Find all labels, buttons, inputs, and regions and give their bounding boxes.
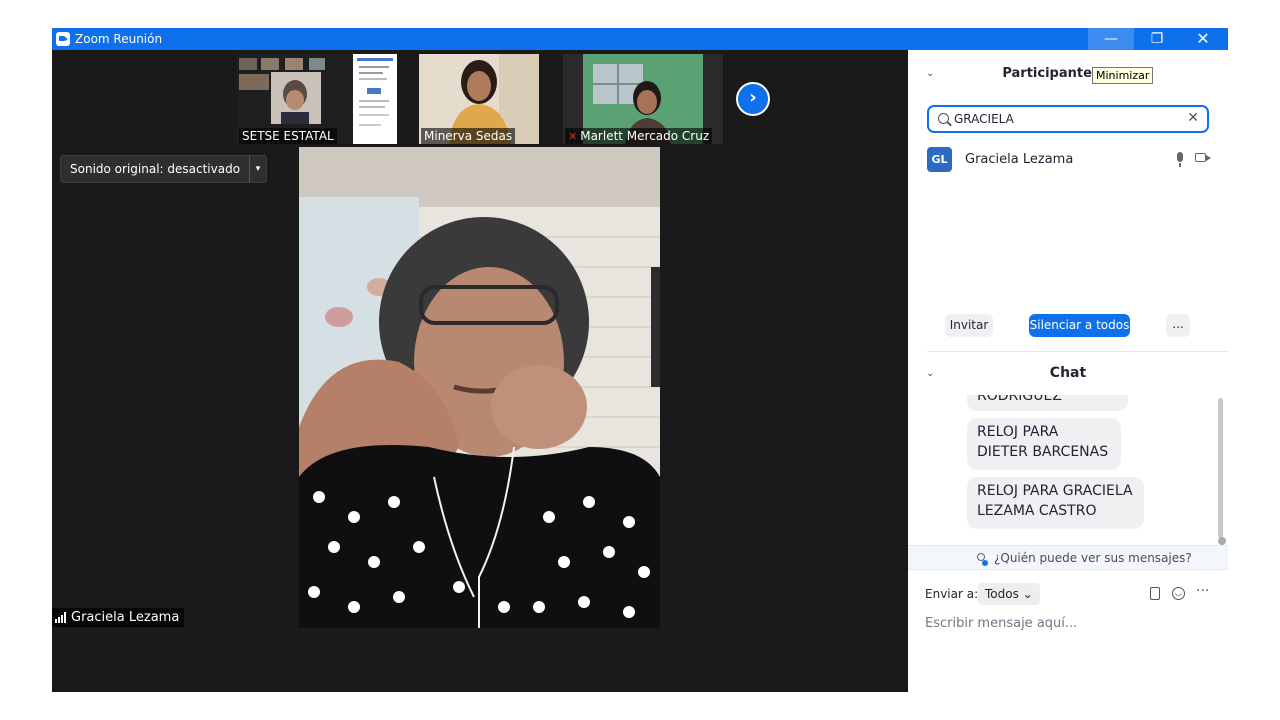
send-to-dropdown[interactable]: Todos ⌄ <box>978 583 1040 605</box>
next-page-button[interactable]: › <box>736 82 770 116</box>
chevron-down-icon: ⌄ <box>1022 587 1033 601</box>
thumbnail-setse-estatal[interactable]: SETSE ESTATAL <box>237 54 397 144</box>
file-icon[interactable] <box>1150 587 1160 600</box>
maximize-button[interactable]: ❐ <box>1134 28 1180 50</box>
more-icon[interactable]: ··· <box>1196 583 1209 599</box>
thumbnail-name: SETSE ESTATAL <box>239 128 337 144</box>
window-title: Zoom Reunión <box>75 32 163 46</box>
emoji-icon[interactable]: ◡ <box>1172 587 1185 600</box>
privacy-link[interactable]: ¿Quién puede ver sus mensajes? <box>994 551 1192 565</box>
avatar: GL <box>927 147 952 172</box>
send-to-label: Enviar a: <box>925 587 979 601</box>
chat-message: RODRIGUEZ <box>967 395 1128 411</box>
speaker-name: Graciela Lezama <box>71 610 180 625</box>
mic-muted-icon: ✕ <box>568 130 578 143</box>
thumbnail-name: ✕ Marlett Mercado Cruz <box>565 128 713 144</box>
participant-search-input[interactable] <box>954 110 1174 128</box>
panel-divider <box>927 351 1228 352</box>
chat-title: Chat <box>1049 365 1087 381</box>
chat-message-input[interactable] <box>925 612 1215 634</box>
title-bar: Zoom Reunión — ❐ ✕ <box>52 28 1228 50</box>
chat-scrollbar-thumb[interactable] <box>1218 398 1223 538</box>
participant-row[interactable]: GL Graciela Lezama <box>927 147 1217 173</box>
active-speaker-video <box>299 147 660 628</box>
minimize-button[interactable]: — <box>1088 28 1134 50</box>
speaker-video-image <box>299 147 660 628</box>
message-privacy-bar[interactable]: ¿Quién puede ver sus mensajes? <box>908 545 1228 570</box>
clear-search-icon[interactable]: ✕ <box>1187 110 1199 126</box>
signal-strength-icon <box>55 612 66 623</box>
invite-button[interactable]: Invitar <box>945 314 993 337</box>
chat-message: RELOJ PARA DIETER BARCENAS <box>967 418 1121 470</box>
user-privacy-icon <box>977 553 988 566</box>
send-to-value: Todos <box>985 587 1019 601</box>
chat-scrollbar-handle[interactable] <box>1218 537 1226 545</box>
microphone-icon[interactable] <box>1177 152 1183 167</box>
participant-search[interactable]: ✕ <box>927 105 1209 133</box>
original-sound-dropdown-icon[interactable]: ▾ <box>249 156 266 182</box>
zoom-logo-icon <box>56 32 70 46</box>
original-sound-button[interactable]: Sonido original: desactivado ▾ <box>60 155 268 183</box>
thumbnail-name: Minerva Sedas <box>421 128 516 144</box>
thumbnail-minerva-sedas[interactable]: Minerva Sedas <box>419 54 539 144</box>
search-icon <box>938 113 949 124</box>
original-sound-label: Sonido original: desactivado <box>70 162 241 176</box>
speaker-name-tag: Graciela Lezama <box>52 608 185 627</box>
thumbnail-marlett-mercado-cruz[interactable]: ✕ Marlett Mercado Cruz <box>563 54 723 144</box>
participant-name: Graciela Lezama <box>965 152 1074 167</box>
side-panel: ⌄ Participantes Minimizar ✕ GL Graciela … <box>908 50 1228 692</box>
more-options-button[interactable]: ... <box>1166 314 1190 337</box>
chat-messages[interactable]: RODRIGUEZ RELOJ PARA DIETER BARCENAS REL… <box>908 395 1228 543</box>
minimize-tooltip: Minimizar <box>1092 67 1154 84</box>
participants-header: ⌄ Participantes Minimizar <box>908 50 1228 98</box>
chat-message: RELOJ PARA GRACIELA LEZAMA CASTRO <box>967 477 1144 529</box>
close-button[interactable]: ✕ <box>1180 28 1226 50</box>
mute-all-button[interactable]: Silenciar a todos <box>1029 314 1130 337</box>
video-camera-icon[interactable] <box>1195 153 1211 162</box>
